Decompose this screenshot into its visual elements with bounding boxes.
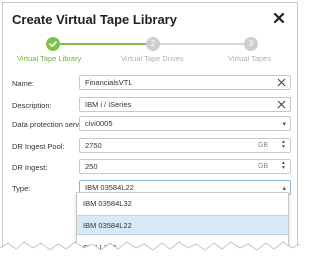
- torn-edge-decoration: [0, 241, 300, 260]
- pool-unit: GB: [257, 142, 268, 149]
- stepper-track-complete: [53, 43, 153, 45]
- step-1-dot[interactable]: [46, 37, 60, 51]
- type-label: Type:: [12, 184, 31, 193]
- check-icon: [49, 41, 57, 47]
- ingest-value: 250: [85, 162, 98, 171]
- ingest-label: DR Ingest:: [12, 163, 48, 172]
- server-value: civi0005: [85, 119, 113, 128]
- name-value: FinancialsVTL: [85, 78, 133, 87]
- type-option-selected[interactable]: IBM 03584L22: [77, 215, 288, 235]
- close-icon[interactable]: [273, 12, 285, 24]
- wizard-stepper: 2 3 Virtual Tape Library Virtual Tape Dr…: [3, 33, 297, 73]
- step-3-label[interactable]: Virtual Tapes: [228, 54, 271, 63]
- server-select[interactable]: civi0005 ▾: [79, 116, 291, 131]
- name-input[interactable]: FinancialsVTL: [79, 75, 291, 90]
- step-2-dot[interactable]: 2: [146, 37, 160, 51]
- clear-x-icon[interactable]: [277, 78, 286, 87]
- name-label: Name:: [12, 79, 35, 88]
- description-label: Description:: [12, 101, 52, 110]
- type-value: IBM 03584L22: [85, 183, 134, 192]
- ingest-unit: GB: [257, 163, 268, 170]
- pool-value: 2750: [85, 141, 102, 150]
- step-1-label[interactable]: Virtual Tape Library: [17, 54, 81, 63]
- step-2-label[interactable]: Virtual Tape Drives: [121, 54, 184, 63]
- clear-x-icon[interactable]: [277, 100, 286, 109]
- stepper-track-pending: [153, 43, 251, 45]
- ingest-input[interactable]: 250 GB ▲ ▼: [79, 159, 291, 174]
- type-option[interactable]: IBM 03584L32: [77, 194, 288, 214]
- step-3-dot[interactable]: 3: [244, 37, 258, 51]
- pool-input[interactable]: 2750 GB ▲ ▼: [79, 138, 291, 153]
- server-label: Data protection server:: [12, 120, 88, 129]
- ingest-stepper[interactable]: ▲ ▼: [281, 161, 286, 171]
- pool-stepper[interactable]: ▲ ▼: [281, 140, 286, 150]
- dialog-title: Create Virtual Tape Library: [12, 12, 177, 27]
- pool-label: DR Ingest Pool:: [12, 142, 65, 151]
- chevron-down-icon[interactable]: ▾: [282, 118, 286, 131]
- description-value: IBM i / iSeries: [85, 100, 132, 109]
- description-input[interactable]: IBM i / iSeries: [79, 97, 291, 112]
